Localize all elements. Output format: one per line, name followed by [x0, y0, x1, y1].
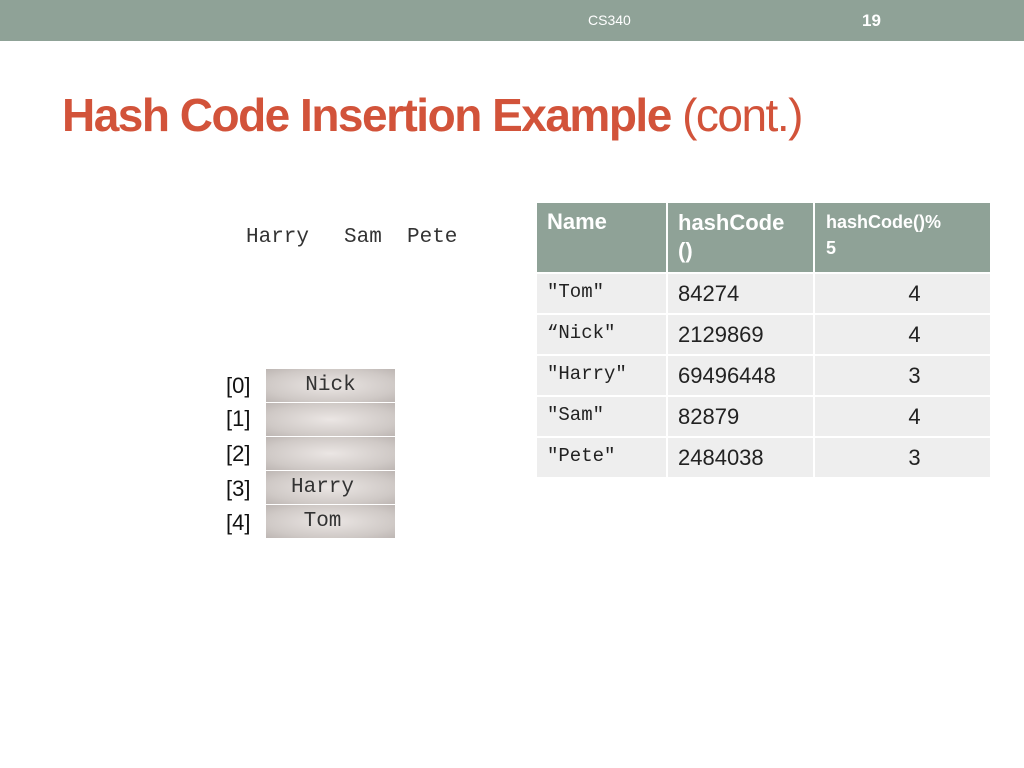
course-label: CS340: [588, 12, 631, 28]
bucket-value: Nick: [305, 374, 356, 397]
row-mod: 3: [814, 355, 992, 397]
row-mod: 4: [814, 396, 992, 438]
column-header-name: Name: [537, 203, 668, 274]
bucket-cell: Nick: [266, 369, 395, 402]
row-hashcode: 84274: [667, 273, 815, 315]
table-row: "Sam" 82879 4: [537, 396, 992, 438]
row-name: "Sam": [537, 396, 668, 438]
bucket-index: [3]: [226, 476, 251, 501]
hashcode-table: Name hashCode () hashCode()% 5 "Tom" 842…: [537, 203, 992, 479]
bucket-index: [2]: [226, 441, 251, 466]
bucket-index: [0]: [226, 373, 251, 398]
row-hashcode: 2484038: [667, 437, 815, 479]
bucket-value: Harry: [290, 476, 354, 499]
bucket-cell: Tom: [266, 505, 395, 538]
table-header-row: Name hashCode () hashCode()% 5: [537, 203, 992, 274]
pending-word: Sam: [344, 226, 382, 249]
table-row: "Tom" 84274 4: [537, 273, 992, 315]
table-row: "Pete" 2484038 3: [537, 437, 992, 479]
row-hashcode: 69496448: [667, 355, 815, 397]
table-row: "Harry" 69496448 3: [537, 355, 992, 397]
slide-title-main: Hash Code Insertion Example: [62, 89, 672, 141]
pending-word: Pete: [407, 226, 458, 249]
slide-number: 19: [862, 11, 881, 30]
column-header-hashcode-mod: hashCode()% 5: [814, 203, 992, 274]
row-name: "Pete": [537, 437, 668, 479]
column-header-hashcode: hashCode (): [667, 203, 815, 274]
bucket-index: [1]: [226, 406, 251, 431]
row-hashcode: 2129869: [667, 314, 815, 356]
bucket-value: Tom: [303, 510, 342, 533]
bucket-cell: [266, 437, 395, 470]
bucket-index: [4]: [226, 510, 251, 535]
row-mod: 4: [814, 314, 992, 356]
row-name: "Tom": [537, 273, 668, 315]
table-row: “Nick" 2129869 4: [537, 314, 992, 356]
bucket-cell: Harry: [266, 471, 395, 504]
row-name: "Harry": [537, 355, 668, 397]
row-mod: 3: [814, 437, 992, 479]
row-mod: 4: [814, 273, 992, 315]
bucket-cell: [266, 403, 395, 436]
row-hashcode: 82879: [667, 396, 815, 438]
slide-title: Hash Code Insertion Example (cont.): [62, 88, 803, 142]
pending-word: Harry: [246, 226, 310, 249]
row-name: “Nick": [537, 314, 668, 356]
slide-title-suffix: (cont.): [682, 89, 803, 141]
